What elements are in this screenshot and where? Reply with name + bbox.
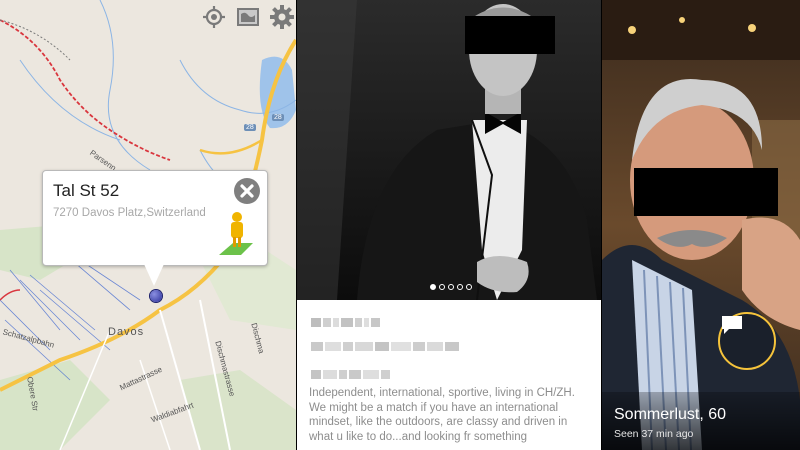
match-card[interactable]: Sommerlust, 60 Seen 37 min ago bbox=[602, 0, 800, 450]
pegman-icon[interactable] bbox=[219, 211, 253, 257]
callout-title: Tal St 52 bbox=[53, 181, 120, 200]
pager-dot[interactable] bbox=[457, 284, 463, 290]
redacted-name bbox=[311, 318, 380, 327]
close-icon[interactable] bbox=[233, 177, 261, 205]
card-name: Sommerlust, 60 bbox=[614, 406, 727, 423]
profile-photo-image bbox=[297, 0, 601, 300]
address-callout[interactable]: Tal St 52 7270 Davos Platz,Switzerland bbox=[42, 170, 268, 266]
crosshair-icon[interactable] bbox=[200, 4, 228, 30]
pager-dot[interactable] bbox=[466, 284, 472, 290]
callout-subtitle: 7270 Davos Platz,Switzerland bbox=[53, 207, 206, 219]
pager-dot[interactable] bbox=[439, 284, 445, 290]
censor-bar bbox=[465, 16, 555, 54]
profile-bio: Independent, international, sportive, li… bbox=[309, 387, 575, 443]
profile-view[interactable]: Independent, international, sportive, li… bbox=[297, 0, 601, 450]
censor-bar bbox=[634, 168, 778, 216]
redacted-details bbox=[311, 342, 459, 351]
map-label-town: Davos bbox=[108, 326, 145, 338]
road-number-badge: 28 bbox=[272, 114, 284, 121]
pager-dot[interactable] bbox=[430, 284, 436, 290]
chat-bubble-icon[interactable] bbox=[718, 312, 776, 370]
card-last-seen: Seen 37 min ago bbox=[614, 428, 694, 440]
map-toolbar bbox=[200, 4, 296, 30]
card-photo bbox=[602, 0, 800, 450]
photo-pager[interactable] bbox=[430, 284, 472, 290]
map-layers-icon[interactable] bbox=[234, 4, 262, 30]
profile-photo[interactable] bbox=[297, 0, 601, 300]
pager-dot[interactable] bbox=[448, 284, 454, 290]
road-number-badge: 28 bbox=[244, 124, 256, 131]
gear-icon[interactable] bbox=[268, 4, 296, 30]
location-pin[interactable] bbox=[150, 290, 162, 302]
map-view[interactable]: 28 28 Parsenn Schatzalpbahn Mattastrasse… bbox=[0, 0, 296, 450]
callout-pointer bbox=[144, 264, 164, 286]
redacted-heading bbox=[311, 370, 390, 379]
